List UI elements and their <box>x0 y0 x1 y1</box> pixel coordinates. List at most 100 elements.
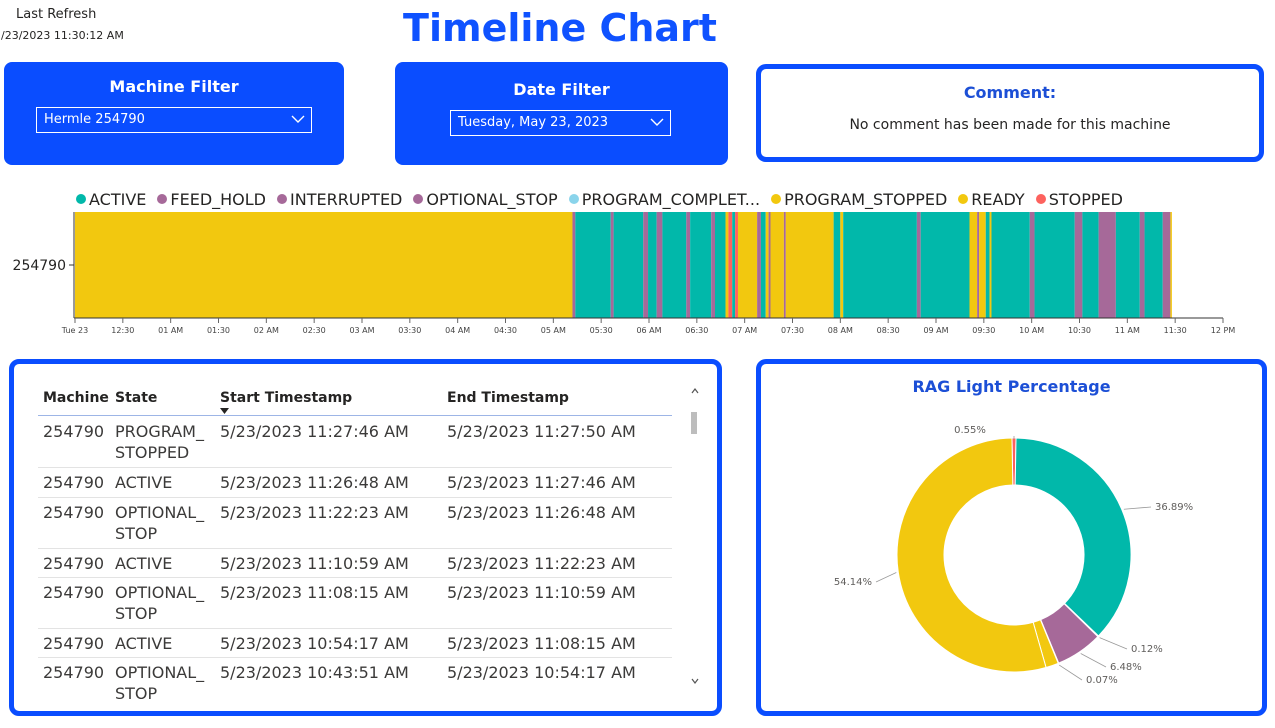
timeline-segment[interactable] <box>1074 212 1083 318</box>
x-tick-label: 11:30 <box>1164 326 1187 335</box>
chevron-down-icon <box>291 115 305 123</box>
scrollbar-thumb[interactable] <box>691 412 697 434</box>
timeline-segment[interactable] <box>613 212 644 318</box>
x-tick-label: 02:30 <box>303 326 326 335</box>
table-cell-machine: 254790 <box>43 583 105 602</box>
x-tick-label: 05 AM <box>541 326 566 335</box>
row-divider <box>38 577 672 578</box>
timeline-segment[interactable] <box>1162 212 1171 318</box>
timeline-segment[interactable] <box>985 212 990 318</box>
donut-slice[interactable] <box>1014 437 1132 637</box>
column-header[interactable]: End Timestamp <box>447 390 569 406</box>
donut-chart: 0.55% 36.89% 0.12% 6.48% 0.07% 54.14% <box>834 425 1193 686</box>
timeline-segment[interactable] <box>1034 212 1075 318</box>
row-divider <box>38 548 672 549</box>
machine-filter-card: Machine Filter Hermle 254790 <box>4 62 344 165</box>
table-cell-state: ACTIVE <box>115 473 173 492</box>
timeline-segment[interactable] <box>572 212 576 318</box>
slice-data-label: 0.12% <box>1131 644 1163 655</box>
slice-data-label: 6.48% <box>1110 662 1142 673</box>
timeline-segment[interactable] <box>757 212 761 318</box>
timeline-segment[interactable] <box>643 212 649 318</box>
slice-data-label: 36.89% <box>1155 502 1193 513</box>
timeline-segment[interactable] <box>725 212 729 318</box>
timeline-segment[interactable] <box>840 212 844 318</box>
timeline-segment[interactable] <box>833 212 841 318</box>
timeline-segment[interactable] <box>735 212 738 318</box>
timeline-segment[interactable] <box>765 212 769 318</box>
x-tick-label: 08 AM <box>828 326 853 335</box>
x-tick-label: 10:30 <box>1068 326 1091 335</box>
column-header[interactable]: State <box>115 390 157 406</box>
timeline-segment[interactable] <box>920 212 970 318</box>
legend-dot-icon <box>1035 194 1046 204</box>
date-filter-dropdown[interactable]: Tuesday, May 23, 2023 <box>450 110 671 136</box>
header-divider <box>38 415 672 416</box>
scroll-down-icon[interactable] <box>690 676 700 686</box>
x-tick-label: 01:30 <box>207 326 230 335</box>
timeline-segment[interactable] <box>1082 212 1099 318</box>
legend-dot-icon <box>771 194 782 204</box>
table-scrollbar[interactable] <box>690 380 700 692</box>
timeline-segment[interactable] <box>656 212 663 318</box>
table-cell-end: 5/23/2023 11:27:50 AM <box>447 422 636 441</box>
timeline-segment[interactable] <box>991 212 1030 318</box>
table-cell-state: OPTIONAL_ STOP <box>115 503 205 543</box>
timeline-segment[interactable] <box>843 212 917 318</box>
timeline-segment[interactable] <box>1139 212 1145 318</box>
timeline-segment[interactable] <box>1170 212 1172 318</box>
timeline-segment[interactable] <box>979 212 986 318</box>
table-cell-state: OPTIONAL_ STOP <box>115 583 205 623</box>
x-tick-label: 11 AM <box>1115 326 1140 335</box>
y-tick-label: 254790 <box>13 258 66 274</box>
table-cell-end: 5/23/2023 11:10:59 AM <box>447 583 636 602</box>
state-table-card: Machine State Start Timestamp End Timestamp… <box>9 359 722 716</box>
leader-line <box>1080 653 1107 668</box>
row-divider <box>38 467 672 468</box>
timeline-segment[interactable] <box>686 212 691 318</box>
timeline-segment[interactable] <box>715 212 726 318</box>
table-cell-end: 5/23/2023 10:54:17 AM <box>447 663 636 682</box>
timeline-segment[interactable] <box>1144 212 1163 318</box>
timeline-segment[interactable] <box>648 212 657 318</box>
timeline-segment[interactable] <box>989 212 992 318</box>
timeline-segment[interactable] <box>690 212 712 318</box>
table-cell-state: ACTIVE <box>115 634 173 653</box>
table-cell-start: 5/23/2023 11:10:59 AM <box>220 554 409 573</box>
timeline-segment[interactable] <box>711 212 716 318</box>
column-header[interactable]: Machine <box>43 390 109 406</box>
timeline-segment[interactable] <box>1098 212 1116 318</box>
timeline-segment[interactable] <box>732 212 736 318</box>
timeline-segment[interactable] <box>785 212 834 318</box>
row-divider <box>38 497 672 498</box>
timeline-segment[interactable] <box>768 212 771 318</box>
x-tick-label: 12:30 <box>111 326 134 335</box>
legend-dot-icon <box>157 194 168 204</box>
machine-filter-dropdown[interactable]: Hermle 254790 <box>36 107 312 133</box>
leader-line <box>1099 637 1128 650</box>
column-header[interactable]: Start Timestamp <box>220 390 352 406</box>
timeline-segment[interactable] <box>770 212 784 318</box>
table-cell-machine: 254790 <box>43 634 105 653</box>
leader-line <box>1123 506 1152 510</box>
timeline-segment[interactable] <box>977 212 980 318</box>
legend-dot-icon <box>76 194 86 204</box>
timeline-segment[interactable] <box>75 212 573 318</box>
machine-filter-value: Hermle 254790 <box>44 112 145 127</box>
x-tick-label: 07:30 <box>781 326 804 335</box>
scroll-up-icon[interactable] <box>690 386 700 396</box>
timeline-segment[interactable] <box>662 212 687 318</box>
timeline-segment[interactable] <box>969 212 978 318</box>
x-tick-label: 03:30 <box>398 326 421 335</box>
x-tick-label: 02 AM <box>254 326 279 335</box>
timeline-segment[interactable] <box>610 212 614 318</box>
timeline-segment[interactable] <box>760 212 766 318</box>
timeline-segment[interactable] <box>783 212 786 318</box>
timeline-segment[interactable] <box>1029 212 1035 318</box>
timeline-segment[interactable] <box>575 212 611 318</box>
timeline-segment[interactable] <box>1115 212 1140 318</box>
table-cell-end: 5/23/2023 11:22:23 AM <box>447 554 636 573</box>
timeline-segment[interactable] <box>916 212 921 318</box>
timeline-segment[interactable] <box>728 212 733 318</box>
timeline-segment[interactable] <box>737 212 758 318</box>
